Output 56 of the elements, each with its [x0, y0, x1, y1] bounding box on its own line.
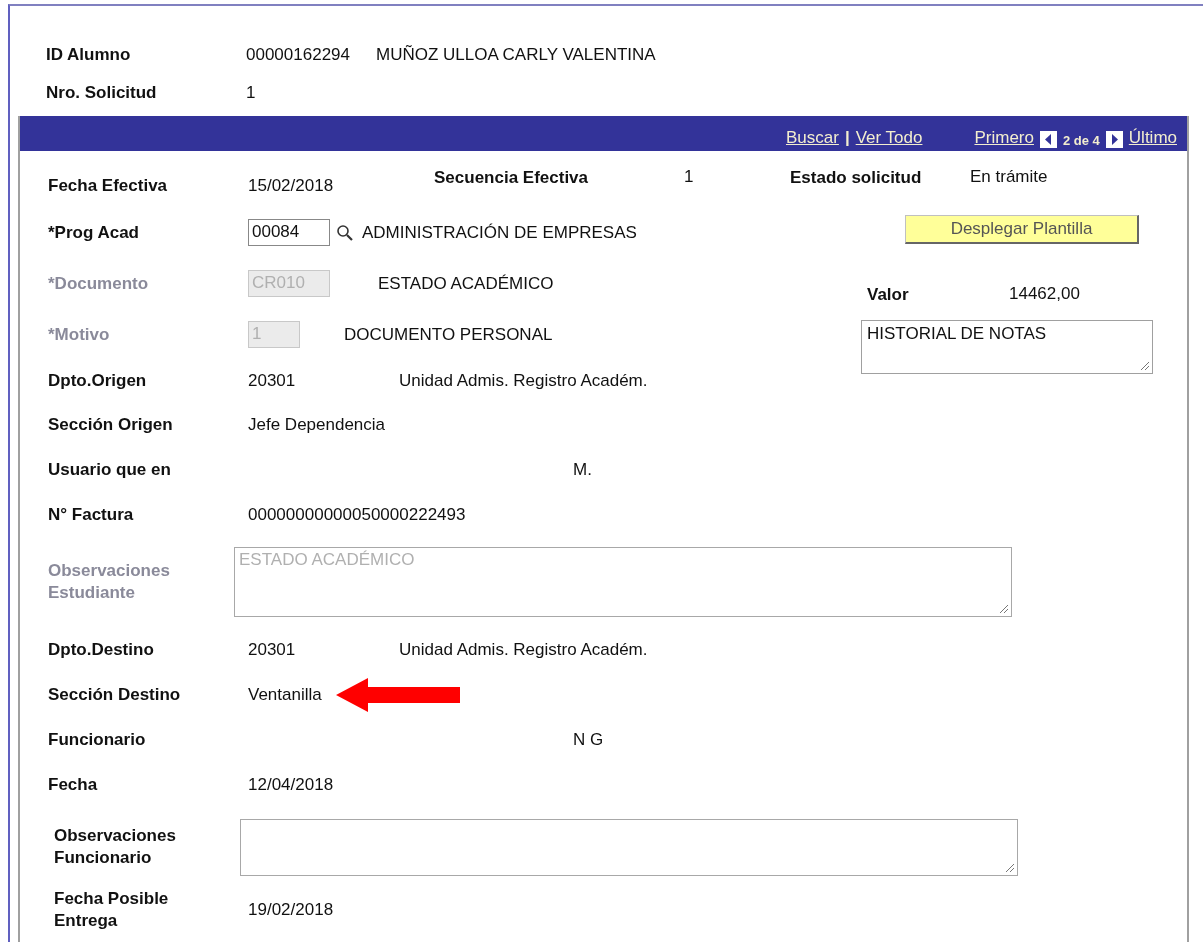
field-label: ID Alumno [46, 44, 132, 66]
field-value: 12/04/2018 [248, 774, 334, 795]
field-value: 14462,00 [1009, 284, 1080, 305]
field-value: M. [573, 459, 592, 480]
field-value: 00000162294 [246, 45, 350, 65]
nav-link[interactable]: Primero [974, 128, 1034, 148]
field-label: Valor [867, 284, 910, 306]
text-area[interactable]: HISTORIAL DE NOTAS [861, 320, 1153, 374]
field-value: 1 [684, 167, 695, 187]
nav-link[interactable]: Último [1128, 128, 1177, 148]
resize-grip-icon[interactable] [1005, 862, 1015, 873]
field-label: *Prog Acad [48, 221, 140, 244]
input-field[interactable]: 00084 [248, 219, 330, 246]
field-value: 1 [246, 83, 256, 103]
field-label: Sección Destino [48, 683, 182, 706]
separator: | [844, 128, 850, 148]
text-area[interactable] [240, 818, 1018, 876]
field-label: Dpto.Destino [48, 638, 155, 661]
previous-icon[interactable] [1039, 131, 1057, 148]
field-label: Fecha Posible Entrega [53, 887, 170, 932]
template-button[interactable]: Desplegar Plantilla [905, 215, 1139, 244]
field-value: 19/02/2018 [248, 899, 334, 920]
field-label: *Documento [48, 272, 150, 295]
field-label: Estado solicitud [790, 167, 923, 189]
page-count: 2 de 4 [1062, 133, 1100, 148]
field-value: Ventanilla [248, 684, 322, 705]
field-label: Secuencia Efectiva [434, 167, 590, 189]
field-label: N° Factura [48, 503, 135, 526]
resize-grip-icon[interactable] [1140, 361, 1150, 371]
search-icon[interactable] [336, 223, 354, 242]
field-label: Sección Origen [48, 413, 174, 436]
field-value: 00000000000050000222493 [248, 504, 466, 525]
field-description: Unidad Admis. Registro Académ. [399, 639, 648, 660]
field-description: DOCUMENTO PERSONAL [344, 324, 553, 345]
field-value: 15/02/2018 [248, 176, 335, 196]
field-label: Observaciones Funcionario [53, 825, 177, 869]
field-label: Funcionario [48, 728, 147, 751]
field-label: Fecha [48, 773, 99, 796]
field-value: Jefe Dependencia [248, 414, 386, 435]
field-label: Fecha Efectiva [48, 175, 169, 197]
field-label: Dpto.Origen [48, 370, 148, 392]
field-label: Usuario que en [48, 458, 172, 481]
field-label: *Motivo [48, 323, 111, 346]
field-value: 20301 [248, 371, 297, 391]
nav-link[interactable]: Ver Todo [855, 128, 923, 148]
field-description: ADMINISTRACIÓN DE EMPRESAS [362, 222, 637, 243]
field-label: Observaciones Estudiante [48, 560, 171, 604]
field-value: En trámite [970, 167, 1048, 187]
field-value: N G [573, 729, 604, 750]
field-label: Nro. Solicitud [46, 82, 158, 104]
field-value: 20301 [248, 639, 297, 660]
student-name: MUÑOZ ULLOA CARLY VALENTINA [376, 45, 656, 65]
field-description: ESTADO ACADÉMICO [378, 273, 554, 294]
field-description: Unidad Admis. Registro Académ. [399, 371, 648, 391]
next-icon[interactable] [1105, 131, 1123, 148]
nav-link[interactable]: Buscar [785, 128, 839, 148]
